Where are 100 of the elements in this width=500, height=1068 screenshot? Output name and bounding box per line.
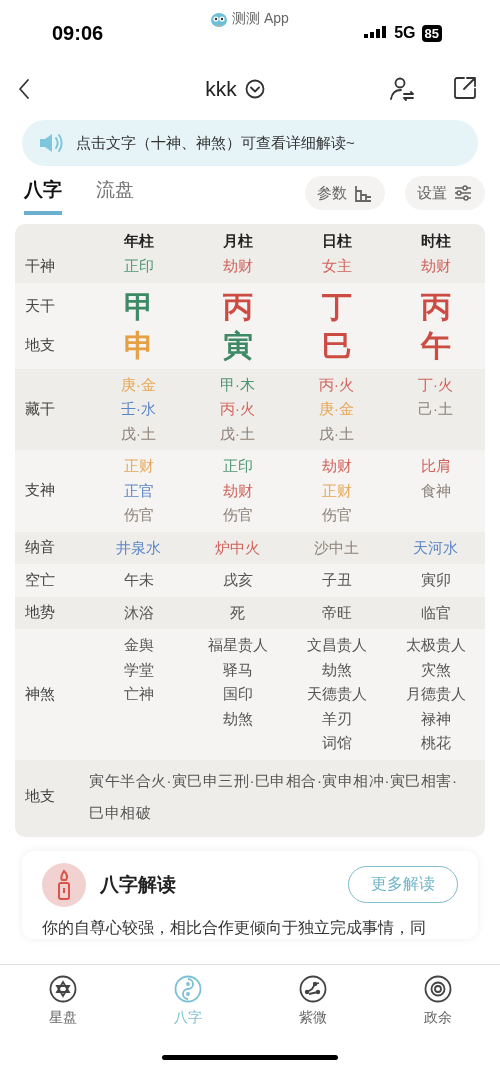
column-header: 月柱	[222, 232, 253, 251]
table-cell[interactable]: 临官	[420, 600, 451, 625]
pillar-character[interactable]: 午	[420, 325, 451, 365]
nav-item[interactable]: 星盘	[0, 975, 125, 1027]
nav-item[interactable]: 紫微	[250, 975, 375, 1027]
table-cell[interactable]: 劫煞	[222, 706, 253, 731]
table-cell[interactable]: 禄神	[420, 706, 451, 731]
table-cell[interactable]: 炉中火	[215, 535, 260, 560]
battery-level: 85	[421, 24, 442, 42]
table-cell[interactable]: 词馆	[321, 731, 352, 756]
table-cell[interactable]: 文昌贵人	[306, 633, 367, 658]
candle-icon	[42, 862, 86, 907]
table-cell[interactable]: 正官	[123, 478, 154, 503]
pillar-character[interactable]: 丙	[420, 286, 451, 326]
row-label: 地势	[24, 603, 55, 623]
row-label: 纳音	[24, 538, 55, 558]
table-cell[interactable]: 正印	[123, 254, 154, 279]
row-label: 支神	[24, 481, 55, 501]
tab[interactable]: 八字	[24, 171, 62, 215]
chart-icon	[353, 183, 373, 203]
table-cell[interactable]: 甲·木	[220, 372, 255, 397]
row-label: 空亡	[24, 570, 55, 590]
network-label: 5G	[394, 24, 416, 42]
notice-text: 点击文字（十神、神煞）可查看详细解读~	[76, 133, 355, 153]
table-cell[interactable]: 灾煞	[420, 657, 451, 682]
table-cell[interactable]: 亡神	[123, 682, 154, 707]
table-cell[interactable]: 国印	[222, 682, 253, 707]
profile-name: kkk	[205, 77, 237, 101]
table-cell[interactable]: 伤官	[321, 503, 352, 528]
dropdown-icon[interactable]	[244, 79, 265, 99]
clock-time: 09:06	[52, 21, 104, 45]
owl-icon	[210, 10, 228, 28]
table-cell[interactable]: 驿马	[222, 657, 253, 682]
row-label: 藏干	[24, 399, 55, 419]
settings-button[interactable]: 设置	[405, 176, 485, 210]
pillar-character[interactable]: 丙	[222, 286, 253, 326]
table-cell[interactable]: 沐浴	[123, 600, 154, 625]
table-cell[interactable]: 正印	[222, 454, 253, 479]
table-cell[interactable]: 壬·水	[121, 397, 156, 422]
table-cell[interactable]: 太极贵人	[405, 633, 466, 658]
table-cell[interactable]: 食神	[420, 478, 451, 503]
table-cell[interactable]: 桃花	[420, 731, 451, 756]
table-cell[interactable]: 己·土	[418, 397, 453, 422]
back-icon[interactable]	[16, 77, 32, 101]
table-cell[interactable]: 丙·火	[319, 372, 354, 397]
switch-user-icon[interactable]	[388, 75, 416, 103]
column-header: 时柱	[420, 232, 451, 251]
params-button[interactable]: 参数	[305, 176, 385, 210]
rings-icon	[423, 975, 452, 1003]
table-cell[interactable]: 劫财	[321, 454, 352, 479]
table-cell[interactable]: 戌亥	[222, 568, 253, 593]
tab[interactable]: 流盘	[96, 171, 134, 215]
nav-item[interactable]: 政余	[375, 975, 500, 1027]
table-cell[interactable]: 月德贵人	[405, 682, 466, 707]
table-cell[interactable]: 死	[230, 600, 245, 625]
table-cell[interactable]: 女主	[321, 254, 352, 279]
row-label: 神煞	[24, 684, 55, 704]
table-cell[interactable]: 沙中土	[314, 535, 359, 560]
column-header: 年柱	[123, 232, 154, 251]
table-cell[interactable]: 天河水	[413, 535, 458, 560]
pillar-character[interactable]: 巳	[321, 325, 352, 365]
table-cell[interactable]: 学堂	[123, 657, 154, 682]
relation-text: 寅午半合火·寅巳申三刑·巳申相合·寅申相冲·寅巳相害·巳申相破	[89, 770, 459, 823]
table-cell[interactable]: 比肩	[420, 454, 451, 479]
signal-icon	[364, 26, 389, 40]
table-cell[interactable]: 丙·火	[220, 397, 255, 422]
reading-text: 你的自尊心较强，相比合作更倾向于独立完成事情，同	[42, 917, 427, 938]
table-cell[interactable]: 天德贵人	[306, 682, 367, 707]
row-label: 地支	[24, 787, 55, 806]
table-cell[interactable]: 金舆	[123, 633, 154, 658]
speaker-icon	[38, 132, 64, 154]
table-cell[interactable]: 劫煞	[321, 657, 352, 682]
pillar-character[interactable]: 寅	[222, 325, 253, 365]
table-cell[interactable]: 伤官	[123, 503, 154, 528]
table-cell[interactable]: 子丑	[321, 568, 352, 593]
table-cell[interactable]: 戊·土	[319, 421, 354, 446]
table-cell[interactable]: 福星贵人	[207, 633, 268, 658]
table-cell[interactable]: 午未	[123, 568, 154, 593]
sliders-icon	[453, 183, 473, 203]
app-name: 测测 App	[232, 10, 289, 28]
table-cell[interactable]: 帝旺	[321, 600, 352, 625]
yin-yang-icon	[173, 975, 202, 1003]
nav-item[interactable]: 八字	[125, 975, 250, 1027]
table-cell[interactable]: 劫财	[222, 478, 253, 503]
table-cell[interactable]: 羊刃	[321, 706, 352, 731]
table-cell[interactable]: 丁·火	[418, 372, 453, 397]
row-label: 干神	[24, 256, 55, 276]
table-cell[interactable]: 劫财	[420, 254, 451, 279]
table-cell[interactable]: 劫财	[222, 254, 253, 279]
constellation-icon	[298, 975, 327, 1003]
table-cell[interactable]: 伤官	[222, 503, 253, 528]
more-button[interactable]: 更多解读	[348, 866, 458, 903]
row-label: 地支	[24, 335, 55, 355]
card-title: 八字解读	[100, 872, 177, 897]
table-cell[interactable]: 戊·土	[121, 421, 156, 446]
table-cell[interactable]: 寅卯	[420, 568, 451, 593]
pillar-character[interactable]: 甲	[123, 286, 154, 326]
table-cell[interactable]: 井泉水	[116, 535, 161, 560]
pillar-character[interactable]: 丁	[321, 286, 352, 326]
table-cell[interactable]: 戊·土	[220, 421, 255, 446]
